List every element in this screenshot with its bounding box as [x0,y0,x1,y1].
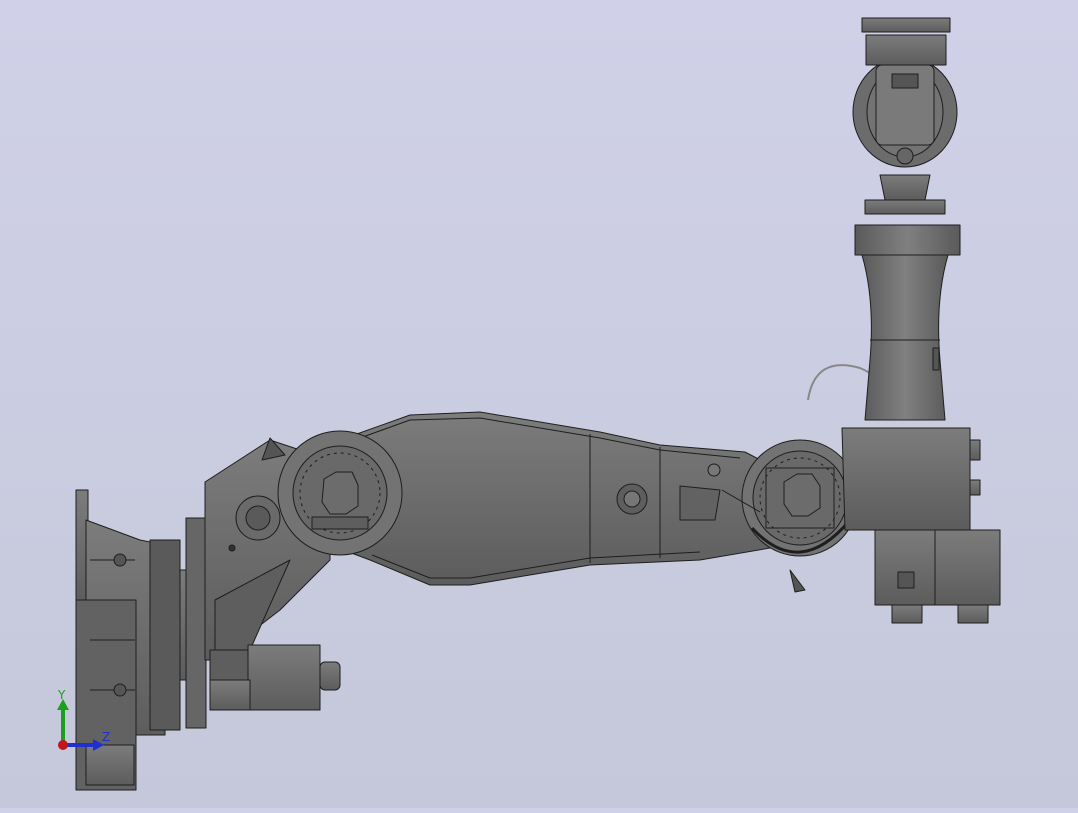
x-axis-origin [58,740,68,750]
shoulder-joint [277,430,403,556]
wrist-assembly [852,17,958,215]
motor-shoulder [209,644,341,711]
robot-arm-model[interactable]: Y Z [0,0,1078,808]
y-axis-label: Y [57,688,66,702]
z-axis-label: Z [102,730,110,744]
forearm-column [854,224,961,421]
cad-3d-viewport[interactable]: Y Z [0,0,1078,808]
